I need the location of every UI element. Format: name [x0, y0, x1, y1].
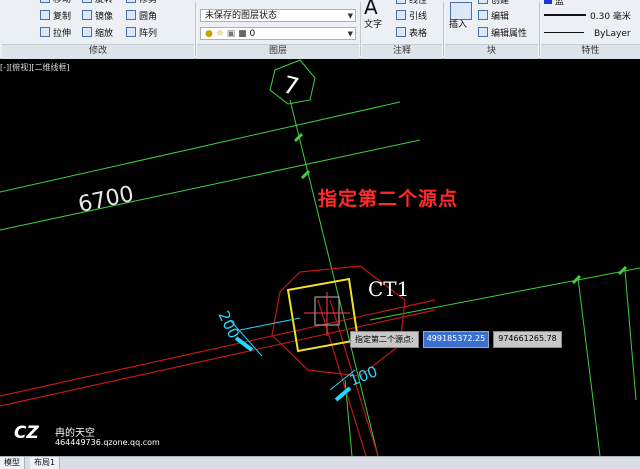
move-icon	[40, 0, 50, 3]
lineweight-combo[interactable]: 0.30 毫米	[544, 10, 631, 24]
current-layer-combo[interactable]: ● ☼ ▣ ■ 0 ▼	[200, 27, 356, 40]
column-tag: CT1	[368, 277, 409, 301]
color-swatch-icon	[544, 0, 552, 4]
chevron-down-icon: ▼	[347, 12, 353, 20]
beam-line	[0, 309, 436, 407]
scale-icon	[82, 27, 92, 37]
viewport-label[interactable]: [-][俯视][二维线框]	[0, 62, 70, 73]
annotation-text: 指定第二个源点	[318, 188, 459, 210]
dimension-6700: 6700	[76, 182, 136, 218]
axis-line-right	[369, 267, 640, 321]
linear-dim-button[interactable]: 线性	[396, 0, 427, 8]
text-icon[interactable]: A	[364, 0, 378, 18]
move-button[interactable]: 移动	[40, 0, 71, 7]
mirror-icon	[82, 10, 92, 20]
array-button[interactable]: 阵列	[126, 27, 157, 41]
ribbon: 移动 旋转 修剪 复制 镜像 圆角 拉伸 缩放 阵列 修改 未保存的图层状态 ▼ …	[0, 0, 640, 59]
separator	[539, 2, 540, 56]
create-block-icon	[478, 0, 488, 4]
watermark-logo: CZ	[14, 423, 39, 443]
leader-icon	[396, 10, 406, 20]
axis-line-vertical	[289, 99, 379, 456]
axis-line-upper	[0, 101, 401, 193]
y-coordinate-input[interactable]: 974661265.78	[493, 331, 562, 348]
linetype-combo[interactable]: ByLayer	[544, 27, 631, 41]
layout-tab-bar: 模型 布局1	[0, 456, 640, 469]
panel-label-layer: 图层	[197, 44, 359, 59]
edit-block-button[interactable]: 编辑	[478, 10, 509, 24]
x-coordinate-input[interactable]: 499185372.25	[422, 331, 490, 348]
stretch-icon	[40, 27, 50, 37]
tab-model[interactable]: 模型	[0, 457, 25, 469]
table-button[interactable]: 表格	[396, 27, 427, 41]
table-icon	[396, 27, 406, 37]
panel-label-properties: 特性	[541, 44, 640, 59]
edit-block-icon	[478, 10, 488, 20]
linetype-line-icon	[544, 32, 584, 33]
drawing-canvas[interactable]: 7 6700 CT1 200 100	[0, 59, 640, 456]
insert-button-label[interactable]: 插入	[449, 18, 467, 32]
separator	[195, 2, 196, 56]
create-block-button[interactable]: 创建	[478, 0, 509, 8]
leader-button[interactable]: 引线	[396, 10, 427, 24]
watermark-url: 464449736.qzone.qq.com	[55, 438, 160, 447]
watermark-title: 冉的天空	[55, 428, 95, 439]
array-icon	[126, 27, 136, 37]
axis-line-right-vertical	[577, 277, 601, 456]
panel-label-annotation: 注释	[362, 44, 442, 59]
rotate-button[interactable]: 旋转	[82, 0, 113, 7]
color-swatch-icon: ■	[238, 29, 247, 39]
separator	[360, 2, 361, 56]
copy-button[interactable]: 复制	[40, 10, 71, 24]
fillet-icon	[126, 10, 136, 20]
tab-layout1[interactable]: 布局1	[30, 457, 61, 469]
lightbulb-icon: ●	[205, 29, 213, 39]
dimension-200: 200	[214, 308, 243, 342]
edit-attributes-icon	[478, 27, 488, 37]
axis-line-far-right	[624, 269, 637, 401]
rotate-icon	[82, 0, 92, 3]
dynamic-input-prompt: 指定第二个源点: 499185372.25 974661265.78	[350, 331, 562, 348]
trim-button[interactable]: 修剪	[126, 0, 157, 7]
lineweight-line-icon	[544, 14, 586, 16]
panel-label-modify: 修改	[2, 44, 194, 59]
layer-state-combo[interactable]: 未保存的图层状态 ▼	[200, 9, 356, 22]
linear-dimension-icon	[396, 0, 406, 4]
mirror-button[interactable]: 镜像	[82, 10, 113, 24]
fillet-button[interactable]: 圆角	[126, 10, 157, 24]
prompt-label: 指定第二个源点:	[350, 331, 419, 348]
dimension-100: 100	[347, 362, 380, 389]
grid-bubble-number: 7	[280, 71, 302, 102]
text-button-label[interactable]: 文字	[364, 18, 382, 32]
axis-lines	[0, 99, 640, 456]
scale-button[interactable]: 缩放	[82, 27, 113, 41]
lock-icon: ▣	[226, 29, 236, 39]
copy-icon	[40, 10, 50, 20]
separator	[443, 2, 444, 56]
panel-label-block: 块	[445, 44, 538, 59]
chevron-down-icon: ▼	[347, 30, 353, 38]
color-combo[interactable]: 蓝	[544, 0, 564, 9]
edit-attributes-button[interactable]: 编辑属性	[478, 27, 527, 41]
sun-icon: ☼	[215, 29, 224, 39]
stretch-button[interactable]: 拉伸	[40, 27, 71, 41]
trim-icon	[126, 0, 136, 3]
